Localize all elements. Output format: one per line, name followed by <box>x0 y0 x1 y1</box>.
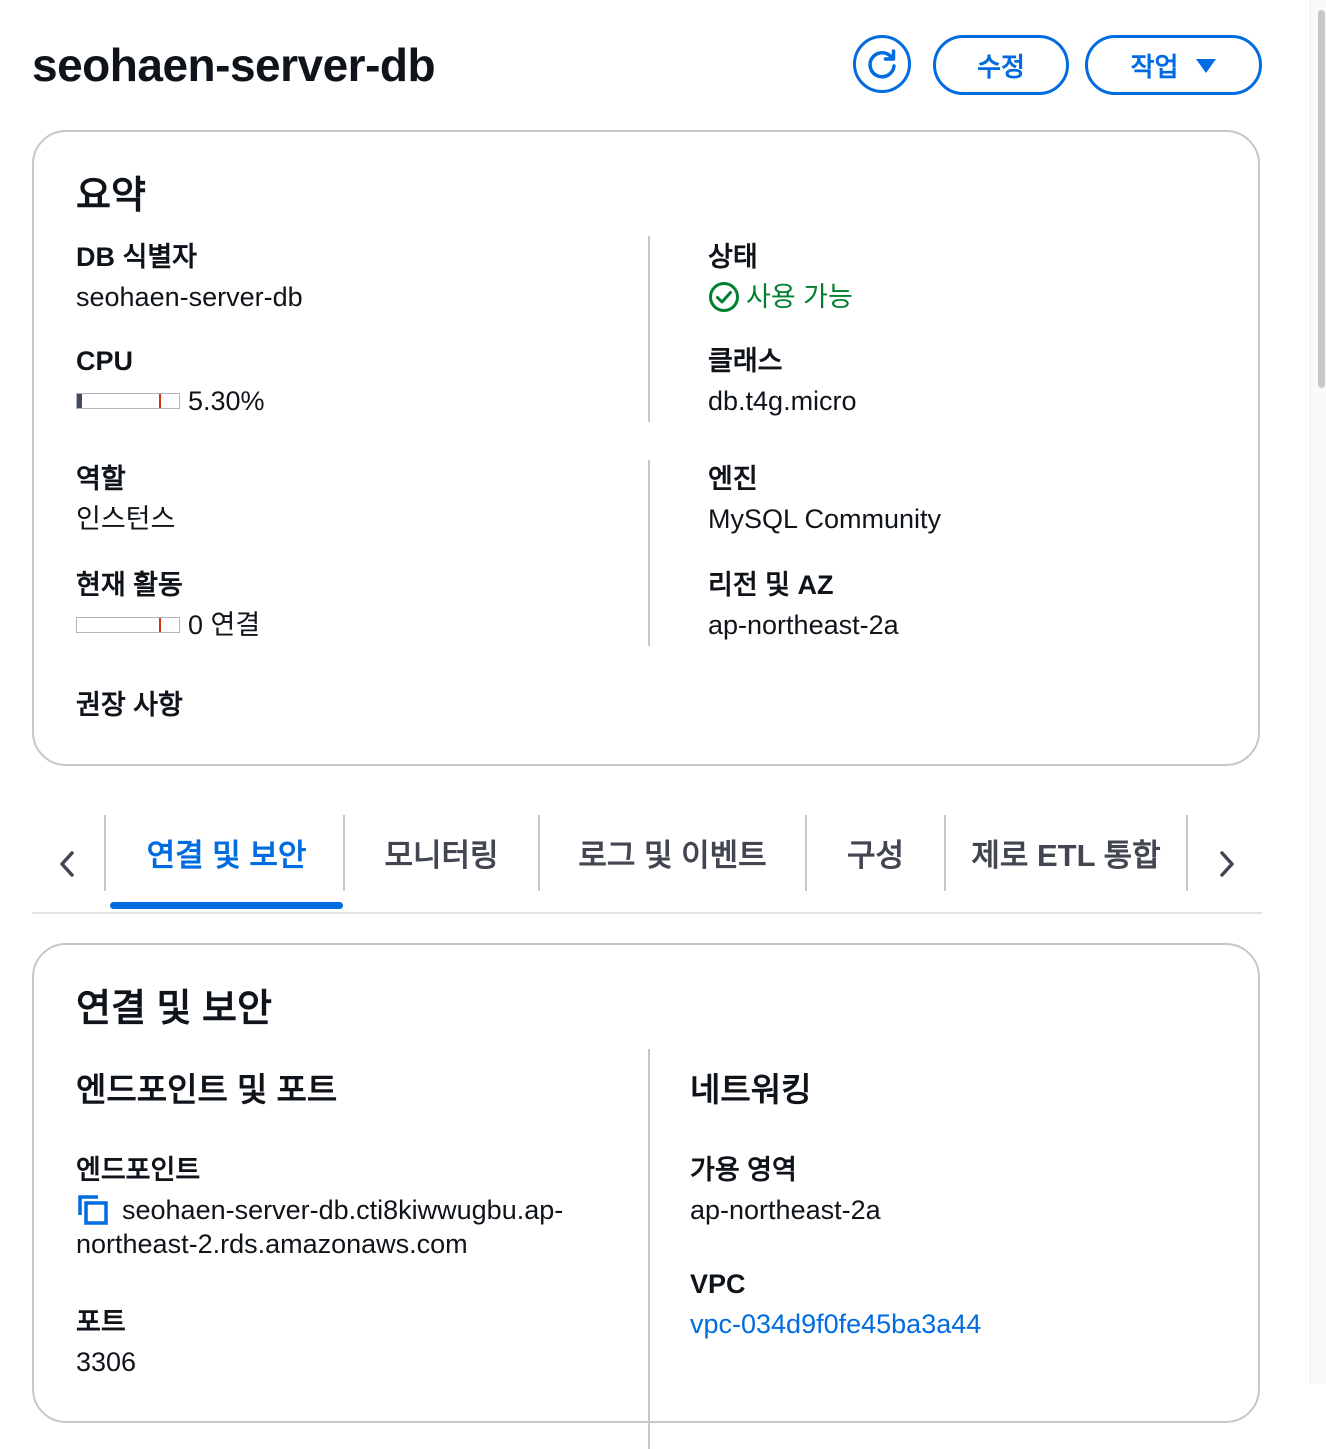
active-tab-indicator <box>110 902 343 909</box>
refresh-icon <box>868 49 896 79</box>
port-field: 포트 3306 <box>76 1305 136 1379</box>
db-identifier-value: seohaen-server-db <box>76 282 303 312</box>
class-label: 클래스 <box>708 346 783 376</box>
db-identifier-label: DB 식별자 <box>76 242 198 272</box>
vpc-label: VPC <box>690 1269 746 1299</box>
cpu-field: CPU 5.30% <box>76 344 265 418</box>
tab-connectivity-security[interactable]: 연결 및 보안 <box>110 812 343 892</box>
class-value: db.t4g.micro <box>708 386 857 416</box>
detail-tabs: 연결 및 보안 모니터링 로그 및 이벤트 구성 제로 ETL 통합 <box>32 812 1262 914</box>
cpu-meter: 5.30% <box>76 384 265 418</box>
refresh-button[interactable] <box>853 35 911 93</box>
engine-label: 엔진 <box>708 464 758 494</box>
role-field: 역할 인스턴스 <box>76 462 175 536</box>
region-value: ap-northeast-2a <box>708 610 899 640</box>
cpu-usage-bar <box>76 393 180 409</box>
endpoint-section-title: 엔드포인트 및 포트 <box>76 1071 338 1108</box>
actions-dropdown-button[interactable]: 작업 <box>1085 35 1262 95</box>
region-label: 리전 및 AZ <box>708 570 834 600</box>
activity-bar <box>76 617 180 633</box>
summary-card: 요약 DB 식별자 seohaen-server-db CPU 5.30% 역할… <box>32 130 1260 766</box>
column-divider <box>648 236 650 422</box>
tab-monitoring[interactable]: 모니터링 <box>345 812 538 892</box>
status-text: 사용 가능 <box>746 282 853 312</box>
tab-separator <box>104 815 106 891</box>
edit-button-label: 수정 <box>977 51 1025 82</box>
endpoint-field: 엔드포인트 seohaen-server-db.cti8kiwwugbu.ap-… <box>76 1153 563 1261</box>
status-value: 사용 가능 <box>708 280 853 314</box>
activity-value: 0 연결 <box>188 610 261 640</box>
connectivity-title: 연결 및 보안 <box>76 988 272 1030</box>
connectivity-card: 연결 및 보안 엔드포인트 및 포트 엔드포인트 seohaen-server-… <box>32 943 1260 1449</box>
column-divider <box>648 1049 650 1449</box>
tabs-scroll-left-button[interactable] <box>44 834 92 894</box>
availability-zone-field: 가용 영역 ap-northeast-2a <box>690 1153 881 1227</box>
recommendations-label: 권장 사항 <box>76 690 183 720</box>
activity-threshold-mark <box>159 618 161 632</box>
endpoint-value-line2: northeast-2.rds.amazonaws.com <box>76 1229 468 1259</box>
cpu-value: 5.30% <box>188 386 265 416</box>
endpoint-value-line1: seohaen-server-db.cti8kiwwugbu.ap- <box>122 1195 564 1225</box>
check-circle-icon <box>709 282 739 312</box>
summary-title: 요약 <box>76 175 146 217</box>
caret-down-icon <box>1196 59 1217 73</box>
cpu-usage-fill <box>77 394 83 408</box>
activity-label: 현재 활동 <box>76 570 183 600</box>
column-divider <box>648 460 650 646</box>
vpc-link[interactable]: vpc-034d9f0fe45ba3a44 <box>690 1307 981 1341</box>
current-activity-field: 현재 활동 0 연결 <box>76 568 260 642</box>
az-value: ap-northeast-2a <box>690 1195 881 1225</box>
actions-button-label: 작업 <box>1130 51 1179 82</box>
status-label: 상태 <box>708 242 758 272</box>
port-value: 3306 <box>76 1347 137 1377</box>
role-value: 인스턴스 <box>76 504 176 534</box>
endpoint-label: 엔드포인트 <box>76 1155 201 1185</box>
engine-value: MySQL Community <box>708 504 942 534</box>
endpoint-value-row: seohaen-server-db.cti8kiwwugbu.ap- <box>76 1193 563 1227</box>
chevron-right-icon <box>1220 851 1234 877</box>
cpu-threshold-mark <box>159 394 161 408</box>
activity-meter: 0 연결 <box>76 608 260 642</box>
engine-field: 엔진 MySQL Community <box>708 462 941 536</box>
class-field: 클래스 db.t4g.micro <box>708 344 857 418</box>
tab-zero-etl[interactable]: 제로 ETL 통합 <box>946 812 1186 892</box>
region-az-field: 리전 및 AZ ap-northeast-2a <box>708 568 899 642</box>
edit-button[interactable]: 수정 <box>933 35 1069 95</box>
tab-separator <box>1186 815 1188 891</box>
db-identifier-field: DB 식별자 seohaen-server-db <box>76 240 303 314</box>
copy-icon[interactable] <box>76 1193 110 1227</box>
port-label: 포트 <box>76 1307 126 1337</box>
role-label: 역할 <box>76 464 126 494</box>
networking-section-title: 네트워킹 <box>690 1071 812 1108</box>
cpu-label: CPU <box>76 346 134 376</box>
vpc-field: VPC vpc-034d9f0fe45ba3a44 <box>690 1267 981 1341</box>
status-field: 상태 사용 가능 <box>708 240 853 314</box>
tab-configuration[interactable]: 구성 <box>807 812 944 892</box>
page-scrollbar-thumb[interactable] <box>1318 10 1325 388</box>
page-title: seohaen-server-db <box>32 39 436 91</box>
az-label: 가용 영역 <box>690 1155 797 1185</box>
recommendations-field: 권장 사항 <box>76 688 183 722</box>
tab-logs-events[interactable]: 로그 및 이벤트 <box>540 812 805 892</box>
chevron-left-icon <box>60 851 74 877</box>
tabs-scroll-right-button[interactable] <box>1202 834 1250 894</box>
